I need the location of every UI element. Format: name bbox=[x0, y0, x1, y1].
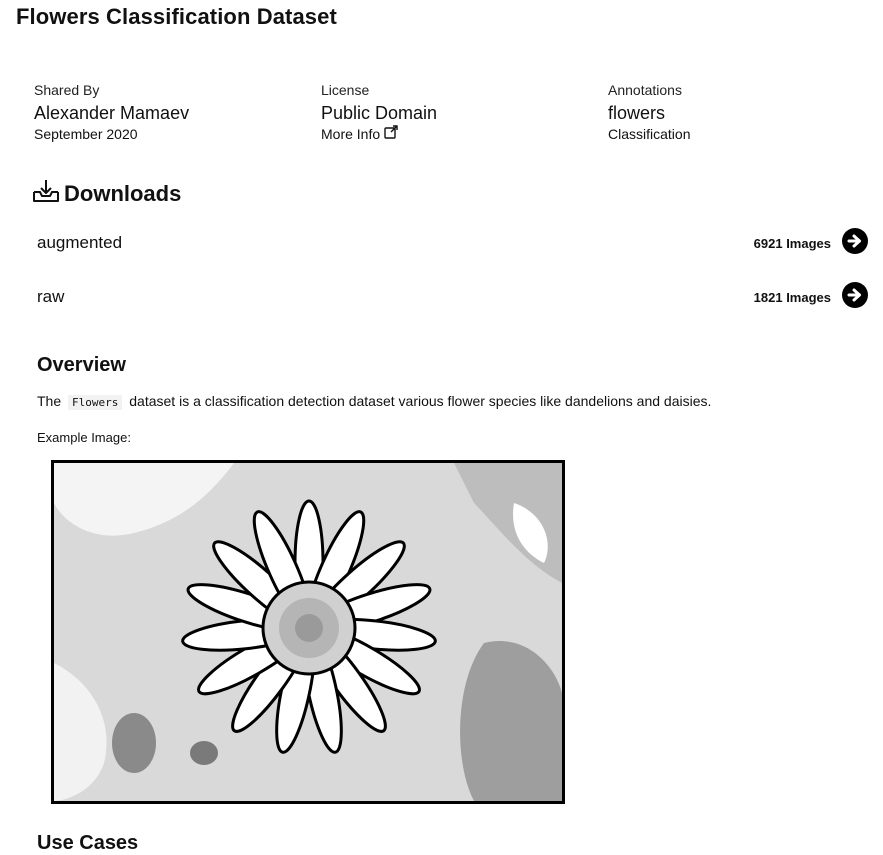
license-label: License bbox=[321, 82, 370, 98]
annotations-section: Annotations flowers Classification bbox=[608, 82, 868, 143]
download-row-augmented[interactable]: augmented 6921 Images bbox=[37, 227, 869, 260]
license-section: License Public Domain More Info bbox=[321, 82, 581, 143]
overview-text: The Flowers dataset is a classification … bbox=[37, 393, 712, 410]
overview-text-before: The bbox=[37, 393, 62, 409]
arrow-right-circle-icon[interactable] bbox=[841, 227, 869, 260]
external-link-icon bbox=[384, 125, 398, 143]
dataset-code: Flowers bbox=[68, 395, 123, 410]
overview-title: Overview bbox=[37, 354, 126, 376]
more-info-link[interactable]: More Info bbox=[321, 125, 398, 143]
download-row-raw[interactable]: raw 1821 Images bbox=[37, 281, 869, 314]
annotations-value: flowers bbox=[608, 103, 666, 123]
shared-by-label: Shared By bbox=[34, 82, 100, 98]
download-count: 6921 Images bbox=[753, 235, 831, 251]
shared-by-value: Alexander Mamaev bbox=[34, 103, 190, 123]
downloads-header: Downloads bbox=[32, 178, 181, 209]
shared-by-section: Shared By Alexander Mamaev September 202… bbox=[34, 82, 294, 143]
download-count: 1821 Images bbox=[753, 289, 831, 305]
download-name: augmented bbox=[37, 233, 123, 252]
license-value: Public Domain bbox=[321, 103, 438, 123]
annotations-label: Annotations bbox=[608, 82, 682, 98]
overview-text-after: dataset is a classification detection da… bbox=[129, 393, 712, 409]
download-name: raw bbox=[37, 287, 65, 306]
arrow-right-circle-icon[interactable] bbox=[841, 281, 869, 314]
shared-date: September 2020 bbox=[34, 126, 138, 142]
annotations-type: Classification bbox=[608, 126, 691, 142]
example-image bbox=[51, 460, 565, 804]
more-info-label: More Info bbox=[321, 126, 381, 142]
downloads-title: Downloads bbox=[64, 180, 182, 206]
page-title: Flowers Classification Dataset bbox=[16, 4, 337, 29]
download-icon bbox=[32, 178, 60, 209]
example-image-label: Example Image: bbox=[37, 430, 131, 445]
